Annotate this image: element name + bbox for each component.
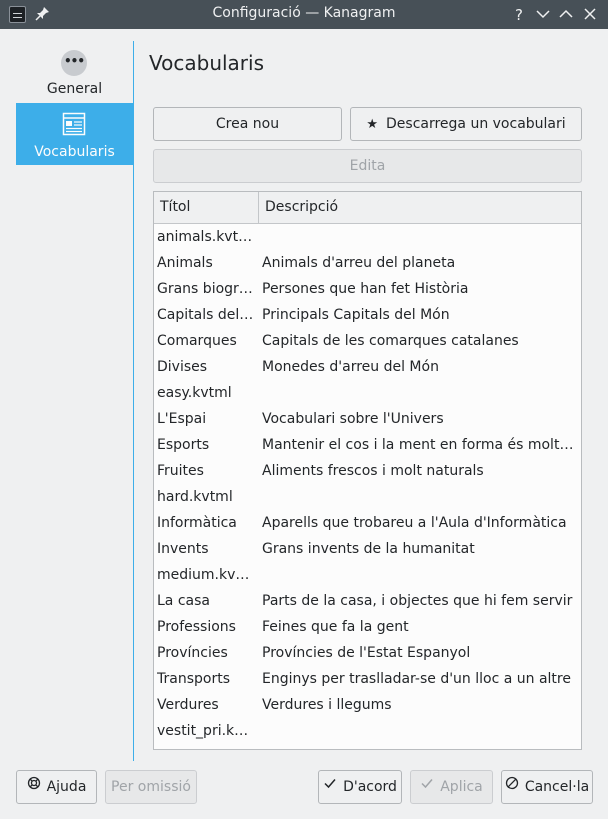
- minimize-icon[interactable]: [534, 5, 552, 23]
- row-title: La casa: [157, 593, 210, 609]
- apply-label: Aplica: [440, 779, 483, 795]
- edit-label: Edita: [349, 158, 386, 174]
- table-row[interactable]: Fruites Aliments frescos i molt naturals: [154, 458, 581, 484]
- ok-button[interactable]: D'acord: [318, 770, 402, 804]
- create-new-label: Crea nou: [215, 116, 280, 132]
- row-title: Professions: [157, 619, 236, 635]
- row-description: Verdures i llegums: [262, 697, 392, 713]
- table-row[interactable]: hard.kvtml: [154, 484, 581, 510]
- row-title: Transports: [157, 671, 230, 687]
- row-title: Capitals del ...: [157, 307, 254, 323]
- table-row[interactable]: Professions Feines que fa la gent: [154, 614, 581, 640]
- maximize-icon[interactable]: [557, 5, 575, 23]
- row-title: Esports: [157, 437, 210, 453]
- title-bar: Configuració — Kanagram ?: [0, 0, 608, 29]
- row-title: Províncies: [157, 645, 228, 661]
- ok-label: D'acord: [343, 779, 397, 795]
- vocabulary-table[interactable]: Títol Descripció animals.kvtml Animals Ani…: [153, 191, 582, 750]
- row-description: Províncies de l'Estat Espanyol: [262, 645, 471, 661]
- table-header: Títol Descripció: [154, 192, 581, 224]
- row-title: Verdures: [157, 697, 219, 713]
- table-row[interactable]: animals.kvtml: [154, 224, 581, 250]
- row-title: Animals: [157, 255, 213, 271]
- table-row[interactable]: Capitals del ... Principals Capitals del …: [154, 302, 581, 328]
- close-icon[interactable]: [581, 5, 599, 23]
- table-row[interactable]: Verdures Verdures i llegums: [154, 692, 581, 718]
- row-title: animals.kvtml: [157, 229, 254, 245]
- table-row[interactable]: Invents Grans invents de la humanitat: [154, 536, 581, 562]
- row-title: L'Espai: [157, 411, 207, 427]
- row-title: Fruites: [157, 463, 204, 479]
- defaults-button[interactable]: Per omissió: [105, 770, 197, 804]
- sidebar: ••• General Vocabularis: [16, 41, 133, 761]
- row-description: Vocabulari sobre l'Univers: [262, 411, 444, 427]
- sidebar-item-vocabularis[interactable]: Vocabularis: [16, 103, 133, 165]
- table-row[interactable]: Divises Monedes d'arreu del Món: [154, 354, 581, 380]
- row-description: Grans invents de la humanitat: [262, 541, 475, 557]
- row-title: hard.kvtml: [157, 489, 233, 505]
- create-new-button[interactable]: Crea nou: [153, 107, 342, 141]
- defaults-label: Per omissió: [111, 779, 191, 795]
- row-description: Enginys per traslladar-se d'un lloc a un…: [262, 671, 571, 687]
- row-description: Aliments frescos i molt naturals: [262, 463, 484, 479]
- table-row[interactable]: easy.kvtml: [154, 380, 581, 406]
- column-header-description[interactable]: Descripció: [259, 192, 581, 223]
- row-description: Monedes d'arreu del Món: [262, 359, 439, 375]
- sidebar-item-general[interactable]: ••• General: [16, 47, 133, 103]
- table-row[interactable]: Animals Animals d'arreu del planeta: [154, 250, 581, 276]
- lifebuoy-icon: [27, 770, 41, 802]
- table-row[interactable]: medium.kvtml: [154, 562, 581, 588]
- star-icon: ★: [366, 117, 378, 132]
- row-title: Divises: [157, 359, 208, 375]
- table-row[interactable]: Esports Mantenir el cos i la ment en form…: [154, 432, 581, 458]
- download-vocabulary-button[interactable]: ★Descarrega un vocabulari nou: [350, 107, 582, 165]
- row-title: easy.kvtml: [157, 385, 232, 401]
- help-label: Ajuda: [46, 779, 87, 795]
- row-title: Informàtica: [157, 515, 237, 531]
- table-row[interactable]: Comarques Capitals de les comarques catal…: [154, 328, 581, 354]
- row-description: Parts de la casa, i objectes que hi fem …: [262, 593, 573, 609]
- row-description: Animals d'arreu del planeta: [262, 255, 456, 271]
- apply-button[interactable]: Aplica: [410, 770, 493, 804]
- page-title: Vocabularis: [149, 51, 264, 75]
- vocabulary-list-icon: [62, 112, 86, 136]
- row-description: Capitals de les comarques catalanes: [262, 333, 519, 349]
- row-description: Persones que han fet Història: [262, 281, 469, 297]
- sidebar-divider: [133, 41, 134, 761]
- table-row[interactable]: Informàtica Aparells que trobareu a l'Aul…: [154, 510, 581, 536]
- row-description: Mantenir el cos i la ment en forma és mo…: [262, 437, 575, 453]
- cancel-button[interactable]: Cancel·la: [501, 770, 593, 804]
- row-title: Grans biogra...: [157, 281, 254, 297]
- cancel-icon: [505, 770, 519, 802]
- sidebar-item-label: General: [46, 81, 103, 97]
- row-title: vestit_pri.kvt...: [157, 723, 254, 739]
- row-description: Aparells que trobareu a l'Aula d'Informà…: [262, 515, 567, 531]
- row-description: Principals Capitals del Món: [262, 307, 450, 323]
- cancel-label: Cancel·la: [524, 779, 590, 795]
- help-button[interactable]: Ajuda: [16, 770, 97, 804]
- table-row[interactable]: Grans biogra... Persones que han fet Hist…: [154, 276, 581, 302]
- row-title: medium.kvtml: [157, 567, 254, 583]
- svg-text:?: ?: [515, 6, 523, 23]
- help-icon[interactable]: ?: [510, 5, 528, 23]
- checkmark-icon: [323, 770, 337, 802]
- table-body: animals.kvtml Animals Animals d'arreu del …: [154, 224, 581, 744]
- table-row[interactable]: Transports Enginys per traslladar-se d'un…: [154, 666, 581, 692]
- column-header-title[interactable]: Títol: [154, 192, 259, 223]
- row-title: Comarques: [157, 333, 237, 349]
- row-description: Feines que fa la gent: [262, 619, 409, 635]
- table-row[interactable]: La casa Parts de la casa, i objectes que …: [154, 588, 581, 614]
- edit-button[interactable]: Edita: [153, 149, 582, 183]
- more-dots-icon: •••: [61, 50, 87, 76]
- checkmark-icon: [420, 770, 434, 802]
- table-row[interactable]: Províncies Províncies de l'Estat Espanyol: [154, 640, 581, 666]
- table-row[interactable]: vestit_pri.kvt...: [154, 718, 581, 744]
- table-row[interactable]: L'Espai Vocabulari sobre l'Univers: [154, 406, 581, 432]
- row-title: Invents: [157, 541, 209, 557]
- sidebar-item-label: Vocabularis: [34, 144, 115, 160]
